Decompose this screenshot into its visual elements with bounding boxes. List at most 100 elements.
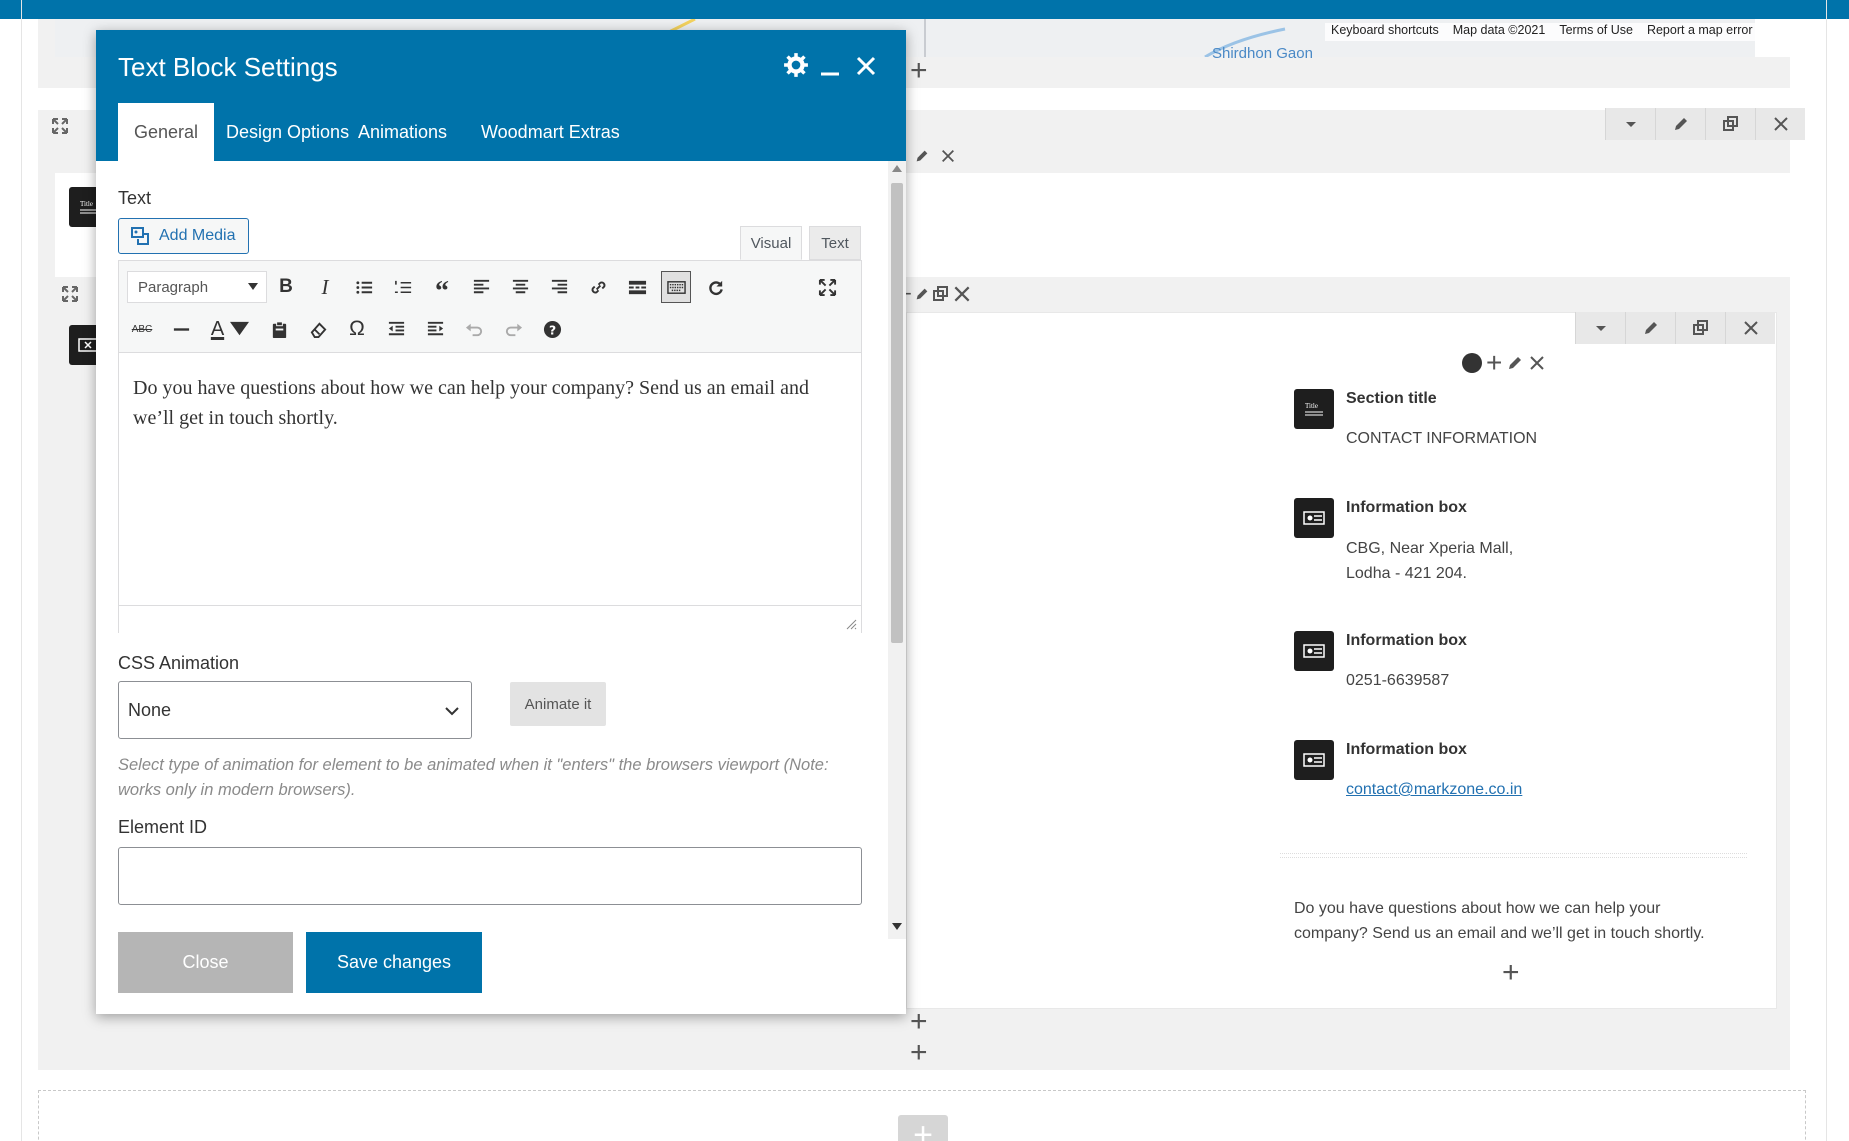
refresh-icon[interactable] — [700, 271, 730, 303]
info-box-address-line-1: CBG, Near Xperia Mall, — [1346, 540, 1514, 557]
element-hover-controls: + — [1462, 348, 1546, 378]
row-clone-icon[interactable] — [1705, 108, 1755, 140]
animate-it-button[interactable]: Animate it — [510, 682, 606, 726]
fullscreen-icon[interactable] — [812, 271, 842, 303]
inner-row-clone-icon[interactable] — [932, 285, 950, 303]
row-edit-pencil-icon[interactable] — [1655, 108, 1705, 140]
css-animation-select[interactable]: None — [118, 681, 472, 739]
column-text-block[interactable]: Do you have questions about how we can h… — [1294, 896, 1734, 946]
scroll-down-arrow-icon[interactable] — [892, 923, 902, 931]
row-add-plus-icon[interactable]: + — [910, 1007, 928, 1037]
add-element-plus-icon[interactable]: + — [910, 56, 928, 86]
map-keyboard-shortcuts-link[interactable]: Keyboard shortcuts — [1331, 23, 1439, 41]
tab-general[interactable]: General — [118, 103, 215, 161]
info-box-icon-2[interactable] — [1294, 631, 1334, 671]
blockquote-icon[interactable]: “ — [427, 271, 457, 307]
add-row-plus-icon[interactable]: + — [898, 1115, 948, 1141]
column-edit-pencil-icon[interactable] — [912, 146, 932, 166]
info-box-icon-1[interactable] — [1294, 498, 1334, 538]
element-delete-close-icon[interactable] — [1528, 354, 1546, 372]
inner-row-collapse-icon[interactable]: - — [905, 282, 912, 305]
row-delete-close-icon[interactable] — [1755, 108, 1805, 140]
tab-animations[interactable]: Animations — [342, 103, 463, 161]
bold-icon[interactable]: B — [271, 271, 301, 303]
column-delete-close-icon[interactable] — [938, 146, 958, 166]
strikethrough-icon[interactable]: ABC — [127, 313, 157, 345]
text-color-icon[interactable]: A — [205, 313, 255, 345]
help-question-icon[interactable]: ? — [537, 313, 567, 345]
italic-icon[interactable]: I — [310, 271, 340, 303]
text-field-label: Text — [118, 188, 152, 208]
inner-row-edit-pencil-icon[interactable] — [914, 286, 930, 302]
modal-close-icon[interactable] — [852, 52, 880, 80]
modal-title: Text Block Settings — [118, 52, 338, 82]
section-title-heading: Section title — [1346, 390, 1437, 407]
text-color-chevron-icon — [230, 321, 250, 335]
format-select-value: Paragraph — [138, 278, 209, 296]
map-attribution: Keyboard shortcuts Map data ©2021 Terms … — [1325, 23, 1759, 41]
editor-tab-visual[interactable]: Visual — [740, 226, 802, 260]
bullet-list-icon[interactable] — [349, 271, 379, 303]
column-toggle-chevron-down-icon[interactable] — [1575, 312, 1625, 344]
column-delete-close-icon-2[interactable] — [1725, 312, 1775, 344]
map-report-error-link[interactable]: Report a map error — [1647, 23, 1753, 41]
editor-content[interactable]: Do you have questions about how we can h… — [133, 373, 848, 433]
column-add-plus-icon[interactable]: + — [1502, 958, 1520, 988]
horizontal-line-icon[interactable] — [166, 313, 196, 345]
select-chevron-down-icon — [445, 707, 459, 716]
modal-header: Text Block Settings General Design Optio… — [96, 30, 906, 161]
element-drag-dot-icon[interactable] — [1462, 353, 1482, 373]
indent-icon[interactable] — [420, 313, 450, 345]
redo-icon[interactable] — [498, 313, 528, 345]
info-box-phone: 0251-6639587 — [1346, 672, 1450, 689]
svg-text:?: ? — [548, 323, 555, 337]
info-box-address-line-2: Lodha - 421 204. — [1346, 565, 1467, 582]
read-more-icon[interactable] — [622, 271, 652, 303]
row-toggle-chevron-down-icon[interactable] — [1605, 108, 1655, 140]
editor-tab-text[interactable]: Text — [809, 226, 861, 260]
info-box-heading-2: Information box — [1346, 632, 1467, 649]
column-clone-icon[interactable] — [1675, 312, 1725, 344]
scrollbar-thumb[interactable] — [891, 183, 903, 643]
section-title-icon[interactable]: Title — [1294, 389, 1334, 429]
map-place-label: Shirdhon Gaon — [1212, 45, 1313, 62]
element-id-input[interactable] — [118, 847, 862, 905]
numbered-list-icon[interactable] — [388, 271, 418, 303]
modal-scrollbar[interactable] — [888, 161, 906, 939]
info-box-email-link[interactable]: contact@markzone.co.in — [1346, 777, 1522, 802]
inner-row-move-icon[interactable] — [58, 282, 82, 306]
svg-text:Title: Title — [1305, 402, 1318, 410]
separator — [1280, 853, 1747, 858]
css-animation-label: CSS Animation — [118, 653, 240, 673]
tab-woodmart-extras[interactable]: Woodmart Extras — [465, 103, 636, 161]
element-edit-pencil-icon[interactable] — [1506, 354, 1524, 372]
modal-minimize-icon[interactable] — [816, 52, 844, 80]
add-media-icon — [131, 227, 149, 245]
scroll-up-arrow-icon[interactable] — [892, 165, 902, 173]
special-character-omega-icon[interactable]: Ω — [342, 313, 372, 345]
toolbar-toggle-icon[interactable] — [661, 271, 691, 303]
close-button[interactable]: Close — [118, 932, 293, 993]
add-media-label: Add Media — [159, 227, 236, 244]
save-changes-button[interactable]: Save changes — [306, 932, 482, 993]
row-add-plus-icon-2[interactable]: + — [910, 1038, 928, 1068]
outdent-icon[interactable] — [381, 313, 411, 345]
editor-status-bar — [119, 605, 861, 633]
align-center-icon[interactable] — [505, 271, 535, 303]
undo-icon[interactable] — [459, 313, 489, 345]
modal-settings-gear-icon[interactable] — [781, 50, 811, 80]
paste-text-icon[interactable] — [264, 313, 294, 345]
column-edit-pencil-icon-2[interactable] — [1625, 312, 1675, 344]
map-terms-link[interactable]: Terms of Use — [1559, 23, 1633, 41]
align-right-icon[interactable] — [544, 271, 574, 303]
resize-handle-icon[interactable] — [845, 618, 857, 630]
align-left-icon[interactable] — [466, 271, 496, 303]
info-box-icon-3[interactable] — [1294, 740, 1334, 780]
inner-row-delete-close-icon[interactable] — [952, 284, 972, 304]
add-media-button[interactable]: Add Media — [118, 218, 249, 254]
clear-formatting-eraser-icon[interactable] — [303, 313, 333, 345]
format-select[interactable]: Paragraph — [127, 271, 267, 303]
insert-link-icon[interactable] — [583, 271, 613, 303]
row-move-icon[interactable] — [48, 114, 72, 138]
element-add-plus-icon[interactable]: + — [1486, 348, 1502, 378]
